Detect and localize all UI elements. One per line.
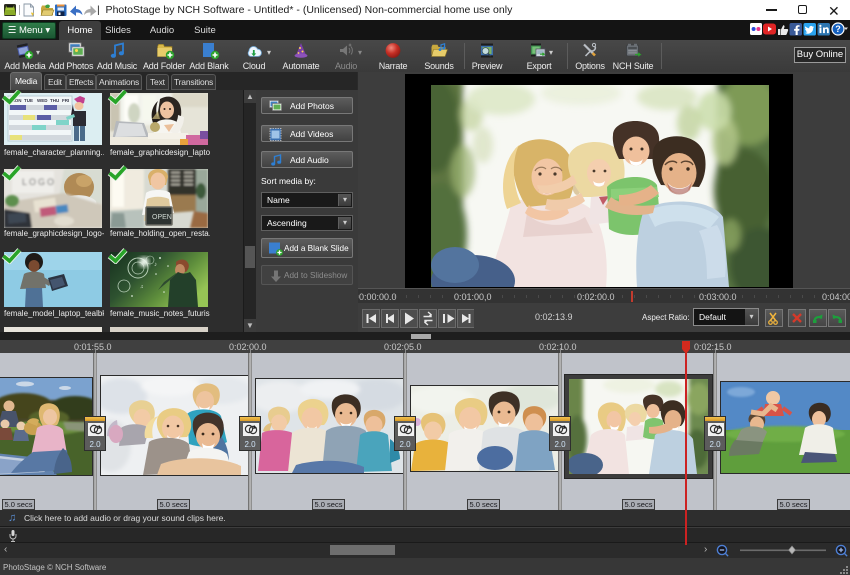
svg-text:TUE: TUE [24,98,33,103]
svg-text:THU: THU [50,98,59,103]
svg-text:?: ? [835,24,841,34]
svg-text:WED: WED [37,98,48,103]
svg-text:♫: ♫ [140,284,144,290]
svg-text:LOGO: LOGO [22,177,56,187]
svg-text:FRI: FRI [62,98,69,103]
svg-text:OPEN: OPEN [152,214,172,221]
svg-text:♪: ♪ [154,262,157,268]
